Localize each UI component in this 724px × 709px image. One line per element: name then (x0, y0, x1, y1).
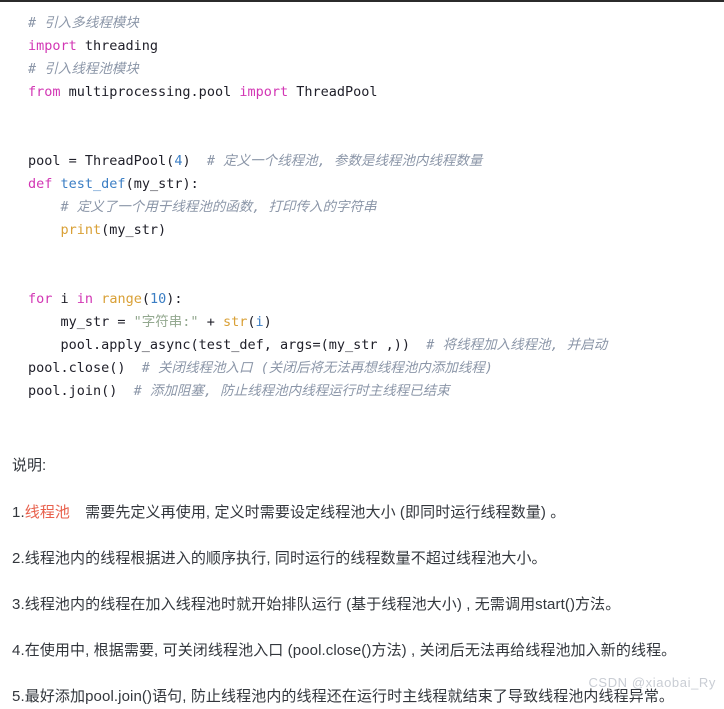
code-lines-container: # 引入多线程模块 import threading # 引入线程池模块 from m… (0, 12, 724, 403)
code-token-kw: def (28, 176, 53, 192)
code-token-cmt: # 添加阻塞, 防止线程池内线程运行时主线程已结束 (133, 383, 450, 399)
code-token-bif: print (60, 222, 102, 238)
explanation-item-number: 4. (12, 642, 25, 659)
explanation-item-highlight: 线程池 (24, 504, 71, 521)
code-token-plain: threading (76, 38, 159, 54)
explanation-item-number: 1. (12, 504, 25, 521)
explanation-item-text: 最好添加pool.join()语句, 防止线程池内的线程还在运行时主线程就结束了… (24, 688, 675, 705)
code-token-str: "字符串:" (133, 314, 199, 330)
code-token-plain: pool.join() (28, 383, 134, 399)
code-token-cmt: # 关闭线程池入口 (关闭后将无法再想线程池内添加线程) (141, 360, 493, 376)
explanation-item-number: 5. (12, 688, 25, 705)
explanation-item: 4.在使用中, 根据需要, 可关闭线程池入口 (pool.close()方法) … (12, 639, 712, 663)
code-token-plain: pool.apply_async(test_def, args=(my_str … (28, 337, 427, 353)
explanation-item: 5.最好添加pool.join()语句, 防止线程池内的线程还在运行时主线程就结… (12, 685, 712, 709)
explanation-section: 说明: 1.线程池 需要先定义再使用, 定义时需要设定线程池大小 (即同时运行线… (0, 455, 724, 709)
code-token-var: i (255, 314, 264, 330)
code-token-cmt: # 引入线程池模块 (28, 61, 139, 77)
explanation-item-text: 在使用中, 根据需要, 可关闭线程池入口 (pool.close()方法) , … (24, 642, 677, 659)
code-line: # 引入多线程模块 (0, 12, 724, 35)
code-line: pool.apply_async(test_def, args=(my_str … (0, 334, 724, 357)
code-token-fn: test_def (60, 176, 126, 192)
code-line: pool = ThreadPool(4) # 定义一个线程池, 参数是线程池内线… (0, 150, 724, 173)
code-token-plain: ThreadPool (288, 84, 378, 100)
code-token-plain: + (198, 314, 223, 330)
code-token-plain: i (52, 291, 77, 307)
explanation-item-text: 线程池内的线程根据进入的顺序执行, 同时运行的线程数量不超过线程池大小。 (24, 550, 547, 567)
code-block: # 引入多线程模块 import threading # 引入线程池模块 from m… (0, 0, 724, 411)
code-token-kw: for (28, 291, 53, 307)
explanation-item-text: 需要先定义再使用, 定义时需要设定线程池大小 (即同时运行线程数量) 。 (70, 504, 566, 521)
code-line: pool.join() # 添加阻塞, 防止线程池内线程运行时主线程已结束 (0, 380, 724, 403)
code-token-plain: (my_str): (125, 176, 199, 192)
explanation-item-number: 2. (12, 550, 25, 567)
explanation-items-container: 1.线程池 需要先定义再使用, 定义时需要设定线程池大小 (即同时运行线程数量)… (12, 501, 712, 709)
explanation-item-text: 线程池内的线程在加入线程池时就开始排队运行 (基于线程池大小) , 无需调用st… (24, 596, 621, 613)
code-line: pool.close() # 关闭线程池入口 (关闭后将无法再想线程池内添加线程… (0, 357, 724, 380)
code-token-plain: pool.close() (28, 360, 142, 376)
code-line: from multiprocessing.pool import ThreadP… (0, 81, 724, 104)
code-token-kw: in (76, 291, 94, 307)
code-line: def test_def(my_str): (0, 173, 724, 196)
code-token-kw: import (239, 84, 289, 100)
code-line: # 定义了一个用于线程池的函数, 打印传入的字符串 (0, 196, 724, 219)
code-token-plain: ): (166, 291, 183, 307)
code-line: my_str = "字符串:" + str(i) (0, 311, 724, 334)
explanation-item: 1.线程池 需要先定义再使用, 定义时需要设定线程池大小 (即同时运行线程数量)… (12, 501, 712, 525)
explanation-item: 2.线程池内的线程根据进入的顺序执行, 同时运行的线程数量不超过线程池大小。 (12, 547, 712, 571)
code-token-plain: ) (182, 153, 207, 169)
code-line: print(my_str) (0, 219, 724, 242)
code-token-plain: my_str = (28, 314, 134, 330)
code-line: # 引入线程池模块 (0, 58, 724, 81)
code-token-cmt: # 引入多线程模块 (28, 15, 139, 31)
code-token-plain: multiprocessing.pool (60, 84, 240, 100)
code-line: import threading (0, 35, 724, 58)
code-token-bif: str (222, 314, 248, 330)
code-token-cmt: # 将线程加入线程池, 并启动 (426, 337, 608, 353)
code-token-kw: from (28, 84, 61, 100)
code-token-plain: ( (141, 291, 150, 307)
explanation-item-number: 3. (12, 596, 25, 613)
code-token-kw: import (28, 38, 77, 54)
code-token-cmt: # 定义一个线程池, 参数是线程池内线程数量 (206, 153, 483, 169)
code-token-num: 10 (149, 291, 167, 307)
code-token-cmt: # 定义了一个用于线程池的函数, 打印传入的字符串 (60, 199, 377, 215)
code-token-plain: ) (263, 314, 272, 330)
code-token-plain: pool = ThreadPool( (28, 153, 175, 169)
explanation-title: 说明: (12, 457, 47, 474)
code-line: for i in range(10): (0, 288, 724, 311)
code-token-bif: range (101, 291, 142, 307)
code-token-plain: (my_str) (101, 222, 167, 238)
explanation-item: 3.线程池内的线程在加入线程池时就开始排队运行 (基于线程池大小) , 无需调用… (12, 593, 712, 617)
